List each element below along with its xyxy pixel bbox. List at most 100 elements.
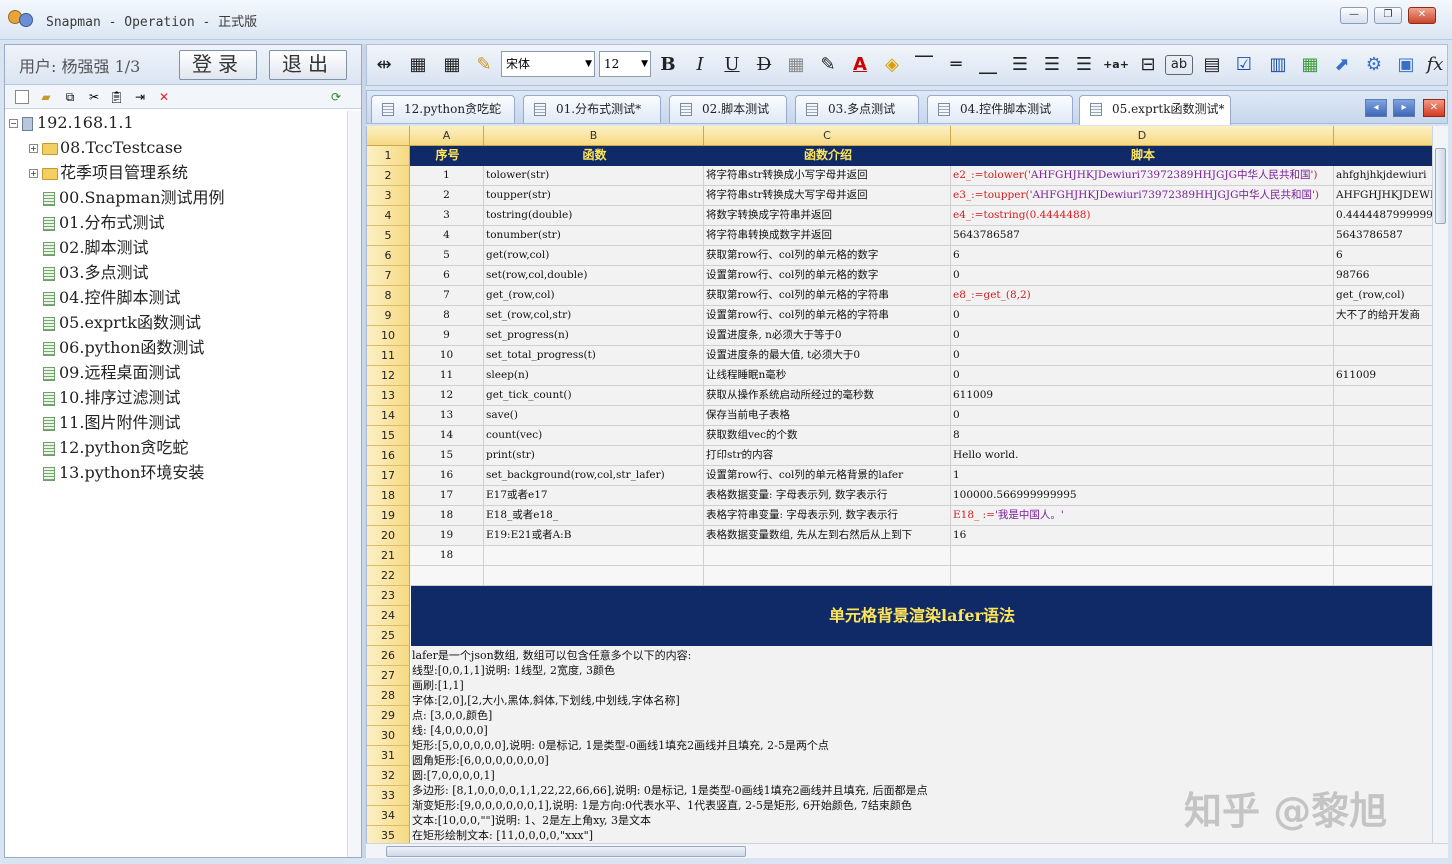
header-cell-seq[interactable]: 序号: [410, 146, 484, 166]
cell-script[interactable]: 0: [951, 326, 1334, 346]
tab-sheet[interactable]: 02.脚本测试: [669, 95, 787, 123]
cell-desc[interactable]: 获取数组vec的个数: [704, 426, 951, 446]
tree-item[interactable]: 05.exprtk函数测试: [43, 311, 201, 335]
cell-desc[interactable]: 将字符串str转换成小写字母并返回: [704, 166, 951, 186]
cell-desc[interactable]: 设置第row行、col列的单元格的数字: [704, 266, 951, 286]
col-header-d[interactable]: D: [951, 126, 1334, 146]
next-tab-icon[interactable]: ▸: [1393, 99, 1415, 117]
cell-script[interactable]: 0: [951, 346, 1334, 366]
header-cell-script[interactable]: 脚本: [951, 146, 1334, 166]
cell-result[interactable]: 98766: [1334, 266, 1432, 286]
cell-desc[interactable]: 设置进度条, n必须大于等于0: [704, 326, 951, 346]
cell-func[interactable]: [484, 546, 704, 566]
border-icon[interactable]: ▦: [783, 52, 809, 78]
cell-desc[interactable]: 将字符串转换成数字并返回: [704, 226, 951, 246]
col-header-c[interactable]: C: [704, 126, 951, 146]
cell-seq[interactable]: 1: [410, 166, 484, 186]
cell-result[interactable]: 大不了的给开发商: [1334, 306, 1432, 326]
cell-seq[interactable]: 14: [410, 426, 484, 446]
cell-seq[interactable]: 11: [410, 366, 484, 386]
cell-func[interactable]: tonumber(str): [484, 226, 704, 246]
pointer-icon[interactable]: ⬈: [1329, 52, 1355, 78]
col-header-b[interactable]: B: [484, 126, 704, 146]
fx-icon[interactable]: fx: [1423, 52, 1447, 78]
spreadsheet-grid[interactable]: A B C D 序号 函数 函数介绍 脚本 单元格背景渲染lafer语法 laf…: [366, 126, 1432, 843]
cell-desc[interactable]: [704, 546, 951, 566]
row-header[interactable]: 25: [367, 626, 410, 646]
underline-button[interactable]: U: [719, 52, 745, 78]
grid-vertical-scrollbar[interactable]: [1432, 126, 1448, 843]
row-header[interactable]: 4: [367, 206, 410, 226]
cell-script[interactable]: e3_:=toupper('AHFGHJHKJDewiuri73972389HH…: [951, 186, 1334, 206]
tree-item[interactable]: 12.python贪吃蛇: [43, 436, 188, 460]
header-cell-extra[interactable]: [1334, 146, 1432, 166]
row-header[interactable]: 32: [367, 766, 410, 786]
row-header[interactable]: 34: [367, 806, 410, 826]
cell-desc[interactable]: 打印str的内容: [704, 446, 951, 466]
cell-script[interactable]: e2_:=tolower('AHFGHJHKJDewiuri73972389HH…: [951, 166, 1334, 186]
tree-item[interactable]: 03.多点测试: [43, 261, 148, 285]
cell-func[interactable]: E19:E21或者A:B: [484, 526, 704, 546]
tree-item[interactable]: 13.python环境安装: [43, 461, 204, 485]
cell-func[interactable]: sleep(n): [484, 366, 704, 386]
cell-result[interactable]: [1334, 426, 1432, 446]
row-header[interactable]: 28: [367, 686, 410, 706]
col-header-e[interactable]: [1334, 126, 1432, 146]
cell-desc[interactable]: 表格数据变量: 字母表示列, 数字表示行: [704, 486, 951, 506]
cell-result[interactable]: get_(row,col): [1334, 286, 1432, 306]
align-bottom-icon[interactable]: ⎽: [975, 52, 1001, 78]
cell-script[interactable]: 0: [951, 306, 1334, 326]
cell-desc[interactable]: 获取从操作系统启动所经过的毫秒数: [704, 386, 951, 406]
refresh-icon[interactable]: ⟳: [329, 90, 343, 104]
split-cells-icon[interactable]: ⊟: [1135, 52, 1161, 78]
logout-button[interactable]: 退出: [269, 50, 347, 80]
cell-func[interactable]: save(): [484, 406, 704, 426]
cell-result[interactable]: [1334, 506, 1432, 526]
cell-seq[interactable]: 12: [410, 386, 484, 406]
font-name-select[interactable]: 宋体 ▼: [501, 51, 595, 77]
tree-scrollbar[interactable]: [347, 111, 361, 857]
header-cell-desc[interactable]: 函数介绍: [704, 146, 951, 166]
tree-item[interactable]: 06.python函数测试: [43, 336, 204, 360]
tab-sheet[interactable]: 04.控件脚本测试: [927, 95, 1073, 123]
row-header[interactable]: 6: [367, 246, 410, 266]
cell-seq[interactable]: 18: [410, 506, 484, 526]
tree-item[interactable]: 00.Snapman测试用例: [43, 186, 225, 210]
row-header[interactable]: 24: [367, 606, 410, 626]
cell-desc[interactable]: 设置进度条的最大值, t必须大于0: [704, 346, 951, 366]
row-header[interactable]: 16: [367, 446, 410, 466]
cell-desc[interactable]: 将数字转换成字符串并返回: [704, 206, 951, 226]
align-center-icon[interactable]: ☰: [1039, 52, 1065, 78]
tab-sheet[interactable]: 03.多点测试: [795, 95, 919, 123]
row-header[interactable]: 22: [367, 566, 410, 586]
cell-seq[interactable]: 3: [410, 206, 484, 226]
merge-cells-icon[interactable]: +a+: [1103, 52, 1129, 78]
cell-desc[interactable]: 让线程睡眠n毫秒: [704, 366, 951, 386]
row-header[interactable]: 7: [367, 266, 410, 286]
cell-result[interactable]: [1334, 466, 1432, 486]
row-header[interactable]: 12: [367, 366, 410, 386]
cell-seq[interactable]: 5: [410, 246, 484, 266]
cell-script[interactable]: 611009: [951, 386, 1334, 406]
checkbox-icon[interactable]: ☑: [1231, 52, 1257, 78]
tree-item[interactable]: 11.图片附件测试: [43, 411, 180, 435]
expand-icon[interactable]: +: [29, 169, 38, 178]
list-icon[interactable]: ▤: [1199, 52, 1225, 78]
image-icon[interactable]: ▣: [1393, 52, 1419, 78]
lafer-banner[interactable]: 单元格背景渲染lafer语法: [411, 586, 1432, 646]
save-sheet-icon[interactable]: ▦: [405, 52, 431, 78]
col-header-a[interactable]: A: [410, 126, 484, 146]
textbox-icon[interactable]: ab: [1165, 55, 1193, 75]
cell-result[interactable]: [1334, 546, 1432, 566]
cell-func[interactable]: E17或者e17: [484, 486, 704, 506]
calculator-icon[interactable]: ▦: [1297, 52, 1323, 78]
cell-seq[interactable]: 13: [410, 406, 484, 426]
cell-seq[interactable]: 19: [410, 526, 484, 546]
prev-tab-icon[interactable]: ◂: [1365, 99, 1387, 117]
cell-seq[interactable]: 2: [410, 186, 484, 206]
font-size-select[interactable]: 12 ▼: [599, 51, 651, 77]
cell-func[interactable]: set_(row,col,str): [484, 306, 704, 326]
cell-script[interactable]: 5643786587: [951, 226, 1334, 246]
cell-func[interactable]: get_(row,col): [484, 286, 704, 306]
row-header[interactable]: 33: [367, 786, 410, 806]
